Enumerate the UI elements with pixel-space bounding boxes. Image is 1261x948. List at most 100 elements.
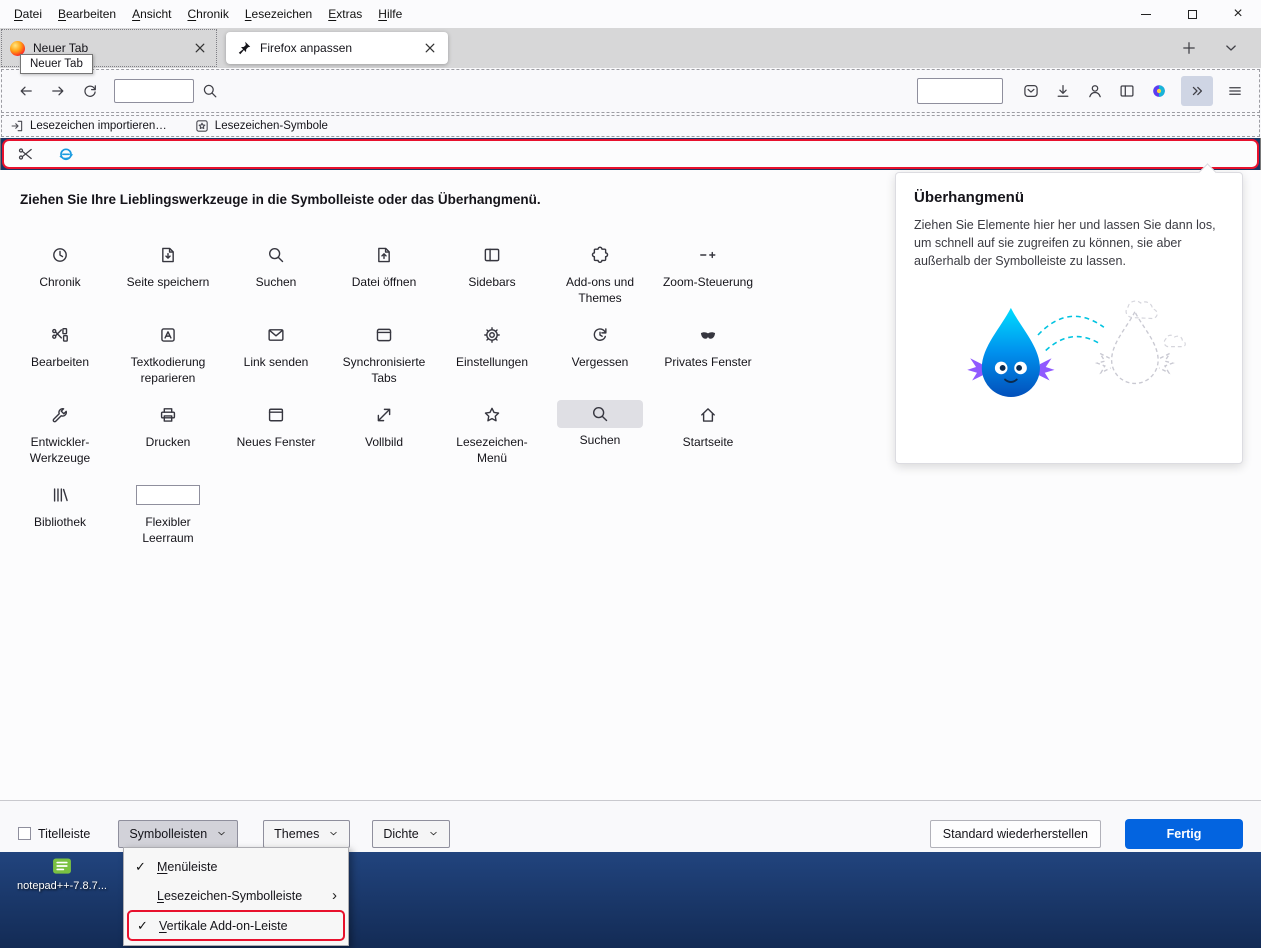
titlebar-option[interactable]: Titelleiste — [18, 827, 90, 841]
done-button[interactable]: Fertig — [1125, 818, 1243, 849]
density-dropdown[interactable]: Dichte — [372, 819, 450, 848]
tool-drucken[interactable]: Drucken — [114, 392, 222, 472]
back-icon — [18, 83, 34, 99]
tool-label: Einstellungen — [455, 355, 529, 369]
tool-label: Add-ons und Themes — [565, 275, 635, 305]
sidebar-button[interactable] — [1111, 76, 1143, 106]
overflow-panel: Überhangmenü Ziehen Sie Elemente hier he… — [895, 172, 1243, 464]
tab-close-icon[interactable] — [192, 40, 208, 56]
new-tab-button[interactable] — [1175, 33, 1203, 63]
tool-suchen[interactable]: Suchen — [546, 392, 654, 472]
search-field[interactable] — [917, 78, 1003, 104]
account-button[interactable] — [1079, 76, 1111, 106]
themes-dropdown-label: Themes — [274, 826, 320, 841]
tool-label: Datei öffnen — [351, 275, 417, 289]
tool-icon-wrap — [699, 400, 717, 430]
plus-icon — [1181, 40, 1197, 56]
search-button[interactable] — [194, 76, 226, 106]
tool-label: Lesezeichen-Menü — [456, 435, 528, 465]
tool-datei-öffnen[interactable]: Datei öffnen — [330, 232, 438, 312]
url-field[interactable] — [114, 79, 194, 103]
forward-button[interactable] — [42, 76, 74, 106]
app-menu-button[interactable] — [1219, 76, 1251, 106]
tab-list-button[interactable] — [1217, 33, 1245, 63]
tool-startseite[interactable]: Startseite — [654, 392, 762, 472]
pocket-button[interactable] — [1015, 76, 1047, 106]
minimize-button[interactable] — [1123, 0, 1169, 28]
menubar-item-chronik[interactable]: Chronik — [179, 4, 236, 24]
tab-close-icon[interactable] — [422, 40, 438, 56]
tool-icon-wrap — [267, 400, 285, 430]
menubar-item-ansicht[interactable]: Ansicht — [124, 4, 179, 24]
tool-label: Zoom-Steuerung — [662, 275, 754, 289]
tool-link-senden[interactable]: Link senden — [222, 312, 330, 392]
titlebar-checkbox[interactable] — [18, 827, 31, 840]
print-icon — [159, 406, 177, 424]
tool-vergessen[interactable]: Vergessen — [546, 312, 654, 392]
extension-button[interactable] — [1143, 76, 1175, 106]
notepadpp-icon — [50, 855, 74, 877]
tab-firefox-anpassen[interactable]: Firefox anpassen — [226, 32, 448, 64]
tool-chronik[interactable]: Chronik — [6, 232, 114, 312]
tool-add-ons-und-themes[interactable]: Add-ons und Themes — [546, 232, 654, 312]
tool-vollbild[interactable]: Vollbild — [330, 392, 438, 472]
forget-clock-icon — [591, 326, 609, 344]
toolbars-menu-item-menüleiste[interactable]: ✓ Menüleiste — [127, 852, 345, 881]
desktop-icon-notepadpp[interactable]: notepad++-7.8.7... — [12, 855, 112, 892]
tool-suchen[interactable]: Suchen — [222, 232, 330, 312]
tool-entwickler-werkzeuge[interactable]: Entwickler-Werkzeuge — [6, 392, 114, 472]
tool-zoom-steuerung[interactable]: Zoom-Steuerung — [654, 232, 762, 312]
firefox-window: Datei Bearbeiten Ansicht Chronik Lesezeichen… — [0, 0, 1261, 948]
tool-privates-fenster[interactable]: Privates Fenster — [654, 312, 762, 392]
menubar-item-extras[interactable]: Extras — [320, 4, 370, 24]
ie-tab-button[interactable] — [54, 139, 78, 169]
themes-dropdown[interactable]: Themes — [263, 819, 351, 848]
tool-icon-wrap — [699, 320, 717, 350]
tool-bearbeiten[interactable]: Bearbeiten — [6, 312, 114, 392]
tool-label: Vollbild — [364, 435, 404, 449]
download-icon — [1055, 83, 1071, 99]
tool-sidebars[interactable]: Sidebars — [438, 232, 546, 312]
customize-footer: Titelleiste Symbolleisten Themes Dichte … — [0, 800, 1261, 852]
downloads-button[interactable] — [1047, 76, 1079, 106]
menubar-item-bearbeiten[interactable]: Bearbeiten — [50, 4, 124, 24]
tool-flexibler-leerraum[interactable]: Flexibler Leerraum — [114, 472, 222, 552]
tool-bibliothek[interactable]: Bibliothek — [6, 472, 114, 552]
tool-lesezeichen-menü[interactable]: Lesezeichen-Menü — [438, 392, 546, 472]
search-icon — [267, 246, 285, 264]
maximize-button[interactable] — [1169, 0, 1215, 28]
bookmark-symbols-item[interactable]: Lesezeichen-Symbole — [195, 119, 328, 133]
tool-synchronisierte-tabs[interactable]: Synchronisierte Tabs — [330, 312, 438, 392]
chevron-down-icon — [216, 828, 227, 839]
overflow-menu-button[interactable] — [1181, 76, 1213, 106]
search-icon — [202, 83, 218, 99]
tool-seite-speichern[interactable]: Seite speichern — [114, 232, 222, 312]
fullscreen-icon — [375, 406, 393, 424]
menubar-item-hilfe[interactable]: Hilfe — [370, 4, 410, 24]
tool-einstellungen[interactable]: Einstellungen — [438, 312, 546, 392]
bookmark-star-box-icon — [195, 119, 209, 133]
toolbars-dropdown[interactable]: Symbolleisten — [118, 819, 239, 848]
tool-label: Drucken — [145, 435, 191, 449]
tool-textkodierung-reparieren[interactable]: Textkodierung reparieren — [114, 312, 222, 392]
tool-neues-fenster[interactable]: Neues Fenster — [222, 392, 330, 472]
toolbars-menu-item-lesezeichen-symbolleiste[interactable]: Lesezeichen-Symbolleiste › — [127, 881, 345, 910]
back-button[interactable] — [10, 76, 42, 106]
menubar-row: Datei Bearbeiten Ansicht Chronik Lesezeichen… — [0, 0, 1261, 28]
tab-label: Neuer Tab — [33, 41, 89, 55]
tool-label: Startseite — [682, 435, 734, 449]
navigation-toolbar — [0, 68, 1261, 114]
restore-defaults-button[interactable]: Standard wiederherstellen — [929, 819, 1101, 848]
close-window-button[interactable]: × — [1215, 0, 1261, 28]
checkmark-icon: ✓ — [135, 858, 146, 874]
toolbars-dropdown-label: Symbolleisten — [129, 826, 208, 841]
tool-icon-wrap — [159, 400, 177, 430]
close-icon: × — [1233, 5, 1243, 22]
toolbars-menu-item-vertikale-add-on-leiste[interactable]: ✓ Vertikale Add-on-Leiste — [127, 910, 345, 941]
addon-scissors-button[interactable] — [14, 139, 38, 169]
import-bookmarks-item[interactable]: Lesezeichen importieren… — [10, 119, 167, 133]
menubar-item-lesezeichen[interactable]: Lesezeichen — [237, 4, 320, 24]
tool-label: Textkodierung reparieren — [130, 355, 206, 385]
reload-button[interactable] — [74, 76, 106, 106]
menubar-item-datei[interactable]: Datei — [6, 4, 50, 24]
